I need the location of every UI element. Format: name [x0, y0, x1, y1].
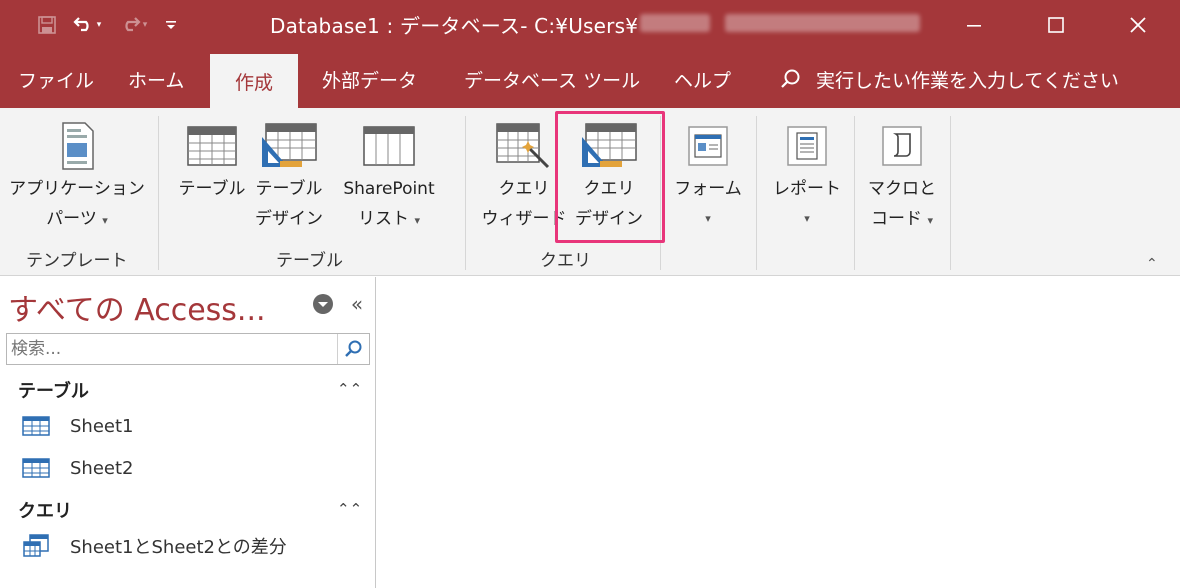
- highlight-box: [555, 111, 665, 243]
- close-icon: [1130, 17, 1146, 33]
- nav-item-query[interactable]: Sheet1とSheet2との差分: [22, 529, 287, 563]
- redacted-path: [725, 14, 920, 32]
- form-label: フォーム: [674, 179, 742, 199]
- chevron-down-icon: ▾: [804, 212, 810, 225]
- group-label-template: テンプレート: [26, 251, 128, 271]
- chevron-down-icon: ▾: [414, 214, 420, 227]
- nav-item-sheet1[interactable]: Sheet1: [22, 409, 134, 443]
- group-label-table: テーブル: [276, 251, 343, 271]
- maximize-icon: [1048, 17, 1064, 33]
- table-design-icon: [260, 118, 318, 174]
- tell-me-search[interactable]: 実行したい作業を入力してください: [780, 50, 1119, 108]
- table-design-button[interactable]: テーブル デザイン: [252, 118, 326, 234]
- chevron-up-double-icon[interactable]: ⌃⌃: [337, 380, 362, 398]
- nav-section-tables[interactable]: テーブル: [18, 377, 89, 403]
- tab-home[interactable]: ホーム: [128, 50, 184, 108]
- nav-menu-dropdown-icon[interactable]: [310, 291, 336, 317]
- chevron-up-double-icon[interactable]: ⌃⌃: [337, 500, 362, 518]
- nav-item-label: Sheet1: [70, 415, 134, 437]
- search-icon[interactable]: [337, 334, 369, 364]
- application-parts-button[interactable]: アプリケーション パーツ ▾: [9, 118, 145, 236]
- application-parts-icon: [57, 118, 97, 174]
- nav-item-label: Sheet2: [70, 457, 134, 479]
- minimize-icon: [967, 25, 981, 27]
- redacted-path: [640, 14, 710, 32]
- report-button[interactable]: レポート ▾: [764, 118, 850, 234]
- group-separator: [158, 116, 159, 270]
- collapse-pane-icon[interactable]: «: [344, 291, 370, 317]
- group-separator: [465, 116, 466, 270]
- form-icon: [688, 118, 728, 174]
- application-parts-label: パーツ ▾: [46, 209, 108, 229]
- nav-item-label: Sheet1とSheet2との差分: [70, 537, 287, 558]
- query-icon: [23, 534, 49, 557]
- navigation-pane: すべての Access... « テーブル ⌃⌃ Sheet1 Sheet2 ク…: [0, 277, 376, 588]
- minimize-button[interactable]: [938, 0, 1010, 50]
- title-bar: ▾ ▾ Database1 : データベース- C:¥Users¥: [0, 0, 1180, 50]
- macro-label-2: コード ▾: [871, 209, 933, 229]
- document-area: [383, 277, 1180, 588]
- undo-dropdown-icon: ▾: [96, 20, 102, 30]
- table-icon: [187, 118, 237, 174]
- query-wizard-label-1: クエリ: [498, 179, 550, 199]
- macro-label-1: マクロと: [868, 179, 936, 199]
- tab-external-data[interactable]: 外部データ: [322, 50, 417, 108]
- collapse-ribbon-icon[interactable]: ⌃: [1146, 256, 1158, 272]
- table-design-label-1: テーブル: [255, 179, 323, 199]
- close-button[interactable]: [1102, 0, 1174, 50]
- ribbon-tabs: ファイル ホーム 作成 外部データ データベース ツール ヘルプ 実行したい作業…: [0, 50, 1180, 108]
- table-button[interactable]: テーブル: [175, 118, 249, 204]
- group-separator: [854, 116, 855, 270]
- window-title: Database1 : データベース- C:¥Users¥: [270, 14, 639, 38]
- query-wizard-icon: [496, 118, 552, 174]
- sharepoint-list-label-2: リスト ▾: [358, 209, 420, 229]
- redo-dropdown-icon: ▾: [142, 20, 148, 30]
- chevron-down-icon: ▾: [102, 214, 108, 227]
- report-icon: [787, 118, 827, 174]
- search-icon: [781, 69, 800, 88]
- tab-database-tools[interactable]: データベース ツール: [464, 50, 640, 108]
- query-wizard-button[interactable]: クエリ ウィザード: [481, 118, 567, 234]
- tab-create[interactable]: 作成: [210, 54, 298, 108]
- query-wizard-label-2: ウィザード: [481, 209, 567, 229]
- macro-icon: [882, 118, 922, 174]
- macro-code-button[interactable]: マクロと コード ▾: [862, 118, 942, 236]
- form-button[interactable]: フォーム ▾: [668, 118, 748, 234]
- group-separator: [756, 116, 757, 270]
- sharepoint-list-label-1: SharePoint: [343, 179, 435, 199]
- application-parts-label-1: アプリケーション: [9, 179, 145, 199]
- maximize-button[interactable]: [1020, 0, 1092, 50]
- chevron-down-icon: ▾: [927, 214, 933, 227]
- tell-me-placeholder: 実行したい作業を入力してください: [816, 69, 1119, 92]
- nav-item-sheet2[interactable]: Sheet2: [22, 451, 134, 485]
- table-icon: [22, 458, 50, 478]
- sharepoint-list-icon: [363, 118, 415, 174]
- tab-help[interactable]: ヘルプ: [674, 50, 731, 108]
- quick-access-toolbar: ▾ ▾: [30, 10, 186, 40]
- table-label: テーブル: [178, 179, 246, 199]
- redo-icon: [119, 14, 141, 37]
- group-label-query: クエリ: [540, 251, 591, 271]
- redo-button[interactable]: ▾: [110, 10, 156, 40]
- undo-icon: [73, 14, 95, 37]
- report-label: レポート: [773, 179, 841, 199]
- chevron-down-icon: ▾: [705, 212, 711, 225]
- customize-qat-icon[interactable]: [156, 10, 186, 40]
- group-separator: [950, 116, 951, 270]
- nav-search-input[interactable]: [7, 334, 337, 364]
- sharepoint-list-button[interactable]: SharePoint リスト ▾: [330, 118, 448, 236]
- nav-pane-title[interactable]: すべての Access...: [8, 285, 266, 329]
- tab-file[interactable]: ファイル: [18, 50, 94, 108]
- save-icon[interactable]: [30, 10, 64, 40]
- nav-search-box: [6, 333, 370, 365]
- nav-section-queries[interactable]: クエリ: [18, 497, 72, 523]
- table-icon: [22, 416, 50, 436]
- undo-button[interactable]: ▾: [64, 10, 110, 40]
- table-design-label-2: デザイン: [255, 209, 323, 229]
